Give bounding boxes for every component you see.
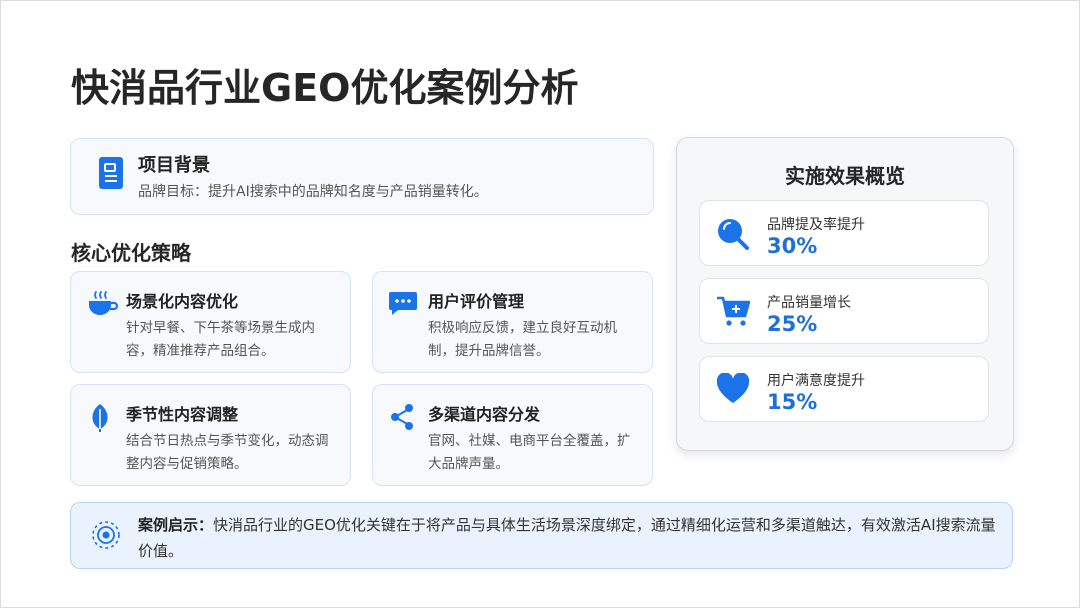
- strategy-text: 官网、社媒、电商平台全覆盖，扩大品牌声量。: [428, 433, 631, 472]
- metric-value: 30%: [767, 234, 818, 258]
- insight-text: 快消品行业的GEO优化关键在于将产品与具体生活场景深度绑定，通过精细化运营和多渠…: [138, 516, 996, 560]
- metric-value: 15%: [767, 390, 818, 414]
- strategy-card-reviews: 用户评价管理 积极响应反馈，建立良好互动机制，提升品牌信誉。: [372, 271, 653, 373]
- insight-text-block: 案例启示：快消品行业的GEO优化关键在于将产品与具体生活场景深度绑定，通过精细化…: [138, 512, 998, 564]
- strategy-text: 积极响应反馈，建立良好互动机制，提升品牌信誉。: [428, 320, 617, 359]
- page-title: 快消品行业GEO优化案例分析: [71, 66, 579, 110]
- search-icon: [718, 219, 749, 250]
- strategy-text: 针对早餐、下午茶等场景生成内容，精准推荐产品组合。: [126, 320, 315, 359]
- insight-label: 案例启示：: [138, 516, 214, 534]
- metric-label: 品牌提及率提升: [767, 217, 865, 233]
- results-overview-panel: 实施效果概览 品牌提及率提升 30% 产品销量增长 25% 用户满意度提升 15…: [676, 137, 1014, 451]
- metric-card-brand-mention: 品牌提及率提升 30%: [699, 200, 989, 266]
- leaf-icon: [92, 404, 108, 432]
- coffee-cup-icon: [89, 291, 119, 315]
- chat-bubble-icon: [389, 292, 417, 315]
- share-icon: [391, 404, 413, 430]
- slide: 快消品行业GEO优化案例分析 项目背景 品牌目标：提升AI搜索中的品牌知名度与产…: [0, 0, 1080, 608]
- project-background-card: 项目背景 品牌目标：提升AI搜索中的品牌知名度与产品销量转化。: [70, 138, 654, 215]
- strategy-title: 季节性内容调整: [126, 405, 239, 424]
- project-background-text: 品牌目标：提升AI搜索中的品牌知名度与产品销量转化。: [138, 184, 488, 200]
- strategy-card-seasonal: 季节性内容调整 结合节日热点与季节变化，动态调整内容与促销策略。: [70, 384, 351, 486]
- strategy-title: 多渠道内容分发: [428, 405, 541, 424]
- document-icon: [99, 157, 123, 189]
- metric-label: 产品销量增长: [767, 295, 851, 311]
- metric-card-sales-growth: 产品销量增长 25%: [699, 278, 989, 344]
- target-icon: [92, 521, 120, 549]
- overview-title: 实施效果概览: [785, 164, 905, 188]
- strategy-title: 用户评价管理: [428, 292, 525, 311]
- strategy-section-title: 核心优化策略: [71, 241, 191, 265]
- strategy-title: 场景化内容优化: [126, 292, 239, 311]
- heart-icon: [716, 373, 750, 403]
- project-background-title: 项目背景: [138, 155, 210, 176]
- metric-label: 用户满意度提升: [767, 373, 865, 389]
- strategy-text: 结合节日热点与季节变化，动态调整内容与促销策略。: [126, 433, 329, 472]
- strategy-card-scene: 场景化内容优化 针对早餐、下午茶等场景生成内容，精准推荐产品组合。: [70, 271, 351, 373]
- cart-icon: [717, 296, 750, 326]
- strategy-card-multichannel: 多渠道内容分发 官网、社媒、电商平台全覆盖，扩大品牌声量。: [372, 384, 653, 486]
- metric-value: 25%: [767, 312, 818, 336]
- case-insight-banner: 案例启示：快消品行业的GEO优化关键在于将产品与具体生活场景深度绑定，通过精细化…: [70, 502, 1013, 569]
- metric-card-satisfaction: 用户满意度提升 15%: [699, 356, 989, 422]
